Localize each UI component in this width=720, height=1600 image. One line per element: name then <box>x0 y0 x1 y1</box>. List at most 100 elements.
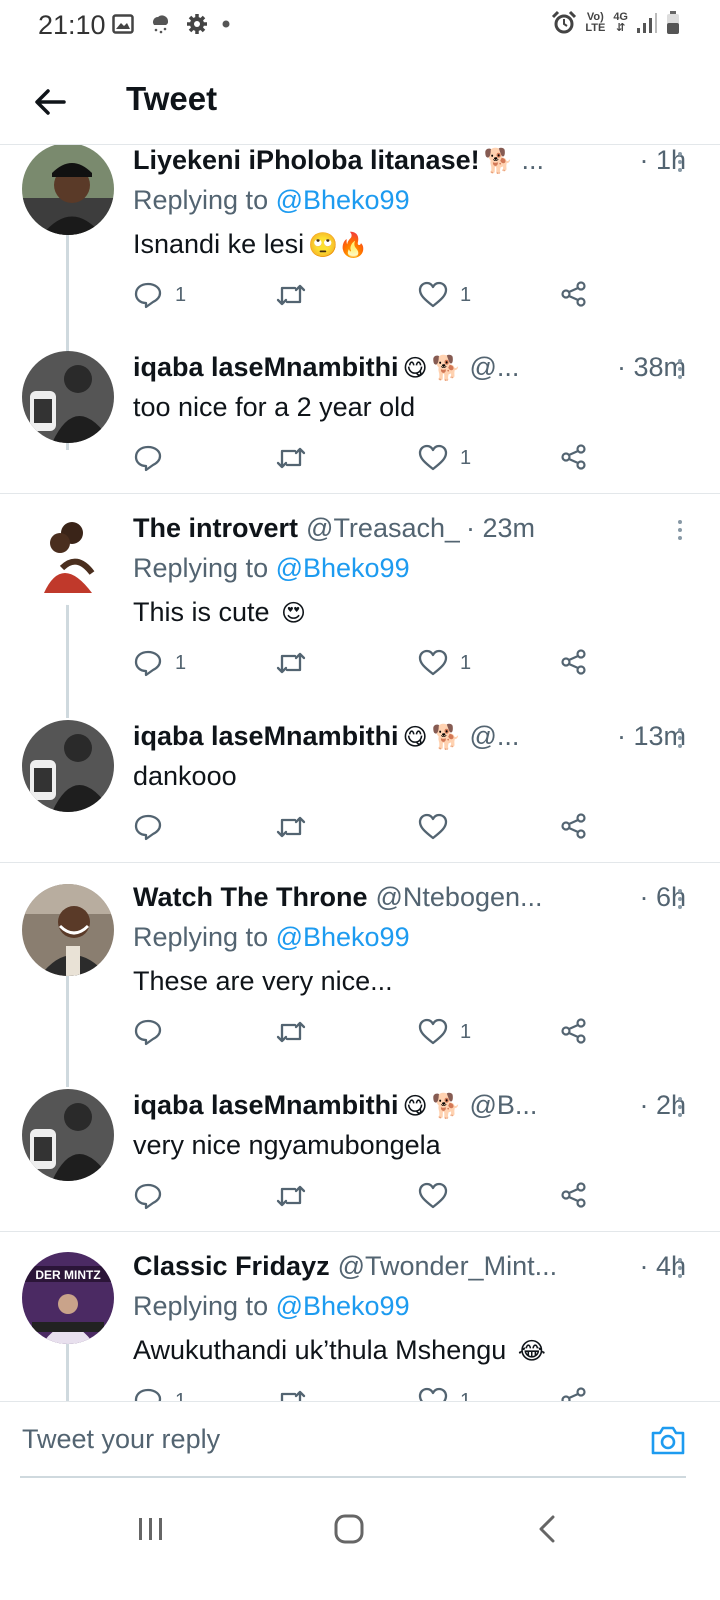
user-handle[interactable]: @Twonder_Mint... <box>338 1251 558 1282</box>
more-options-icon[interactable] <box>670 884 690 914</box>
share-icon <box>561 444 586 470</box>
recent-apps-icon[interactable] <box>136 1514 166 1544</box>
tweet-text: Awukuthandi uk’thula Mshengu 😂 <box>133 1335 546 1365</box>
tweet-time[interactable]: · 23m <box>466 513 535 544</box>
user-handle[interactable]: @Ntebogen... <box>376 882 543 913</box>
like-button[interactable]: 1 <box>418 443 471 473</box>
tweet-actions: 1 1 <box>133 280 603 320</box>
avatar[interactable] <box>22 720 114 812</box>
display-name[interactable]: iqaba laseMnambithi <box>133 352 399 383</box>
replying-to: Replying to @Bheko99 <box>133 553 410 583</box>
retweet-button[interactable] <box>275 648 319 678</box>
heart-icon <box>418 649 448 676</box>
reply-button[interactable]: 1 <box>133 648 186 678</box>
like-button[interactable]: 1 <box>418 1386 471 1401</box>
more-options-icon[interactable] <box>670 354 690 384</box>
name-emoji: 😋 <box>402 354 428 382</box>
avatar[interactable] <box>22 351 114 443</box>
retweet-button[interactable] <box>275 443 319 473</box>
avatar-logo-text: DER MINTZ <box>35 1268 100 1282</box>
like-button[interactable] <box>418 812 460 842</box>
nav-back-icon[interactable] <box>535 1514 559 1544</box>
name-emoji: 🐕 <box>431 354 462 382</box>
reply-button[interactable] <box>133 1017 175 1047</box>
share-button[interactable] <box>560 1017 588 1045</box>
avatar[interactable] <box>22 1089 114 1181</box>
user-handle[interactable]: @... <box>469 352 519 383</box>
reply-button[interactable]: 1 <box>133 280 186 310</box>
more-options-icon[interactable] <box>670 1253 690 1283</box>
heart-icon <box>418 1182 448 1209</box>
display-name[interactable]: iqaba laseMnambithi <box>133 1090 399 1121</box>
status-time: 21:10 <box>38 10 106 40</box>
mention-link[interactable]: @Bheko99 <box>276 1291 410 1321</box>
display-name[interactable]: Watch The Throne <box>133 882 368 913</box>
display-name[interactable]: Liyekeni iPholoba litanase! <box>133 145 480 176</box>
display-name[interactable]: iqaba laseMnambithi <box>133 721 399 752</box>
retweet-icon <box>276 652 306 674</box>
reply-icon <box>134 1019 162 1046</box>
reply-input[interactable] <box>20 1416 624 1462</box>
tweet-actions: 1 1 <box>133 1386 603 1401</box>
camera-icon[interactable] <box>650 1424 686 1456</box>
reply-button[interactable] <box>133 812 175 842</box>
share-button[interactable] <box>560 1386 588 1401</box>
avatar[interactable] <box>22 145 114 235</box>
more-options-icon[interactable] <box>670 515 690 545</box>
like-button[interactable] <box>418 1181 460 1211</box>
tweet-text: too nice for a 2 year old <box>133 392 416 422</box>
retweet-icon <box>276 816 306 838</box>
share-button[interactable] <box>560 1181 588 1209</box>
name-emoji: 😋 <box>402 723 428 751</box>
tweet-actions <box>133 1181 603 1221</box>
like-button[interactable]: 1 <box>418 648 471 678</box>
share-icon <box>561 1018 586 1044</box>
weather-icon <box>153 15 169 34</box>
more-options-icon[interactable] <box>670 147 690 177</box>
tweet-text: very nice ngyamubongela <box>133 1130 441 1160</box>
reply-button[interactable] <box>133 443 175 473</box>
home-icon[interactable] <box>333 1514 365 1544</box>
share-button[interactable] <box>560 280 588 308</box>
name-emoji: 🐕 <box>483 147 514 175</box>
avatar[interactable]: DER MINTZ <box>22 1252 114 1344</box>
mention-link[interactable]: @Bheko99 <box>276 185 410 215</box>
tweet-actions: 1 1 <box>133 648 603 688</box>
user-handle[interactable]: ... <box>522 145 545 176</box>
retweet-icon <box>276 1021 306 1043</box>
heart-icon <box>418 444 448 471</box>
avatar[interactable] <box>22 884 114 976</box>
retweet-button[interactable] <box>275 280 319 310</box>
gallery-icon <box>112 14 134 34</box>
display-name[interactable]: Classic Fridayz <box>133 1251 330 1282</box>
retweet-button[interactable] <box>275 1386 319 1401</box>
mention-link[interactable]: @Bheko99 <box>276 553 410 583</box>
name-emoji: 🐕 <box>431 1092 462 1120</box>
avatar[interactable] <box>22 513 114 605</box>
user-handle[interactable]: @Treasach_ <box>306 513 460 544</box>
thread-line <box>66 603 69 718</box>
page-title: Tweet <box>126 80 218 117</box>
back-arrow-icon[interactable] <box>30 82 70 122</box>
display-name[interactable]: The introvert <box>133 513 298 544</box>
signal-icon <box>637 13 657 33</box>
mention-link[interactable]: @Bheko99 <box>276 922 410 952</box>
tweet-text: These are very nice... <box>133 966 393 996</box>
reply-button[interactable] <box>133 1181 175 1211</box>
retweet-button[interactable] <box>275 1181 319 1211</box>
more-options-icon[interactable] <box>670 1092 690 1122</box>
share-button[interactable] <box>560 648 588 676</box>
retweet-button[interactable] <box>275 812 319 842</box>
share-button[interactable] <box>560 812 588 840</box>
retweet-button[interactable] <box>275 1017 319 1047</box>
more-options-icon[interactable] <box>670 723 690 753</box>
reply-icon <box>134 1183 162 1210</box>
reply-icon <box>134 1388 162 1401</box>
reply-feed[interactable]: Liyekeni iPholoba litanase! 🐕 ... · 1h R… <box>0 145 720 1401</box>
like-button[interactable]: 1 <box>418 280 471 310</box>
user-handle[interactable]: @B... <box>469 1090 537 1121</box>
like-button[interactable]: 1 <box>418 1017 471 1047</box>
reply-button[interactable]: 1 <box>133 1386 186 1401</box>
share-button[interactable] <box>560 443 588 471</box>
user-handle[interactable]: @... <box>469 721 519 752</box>
